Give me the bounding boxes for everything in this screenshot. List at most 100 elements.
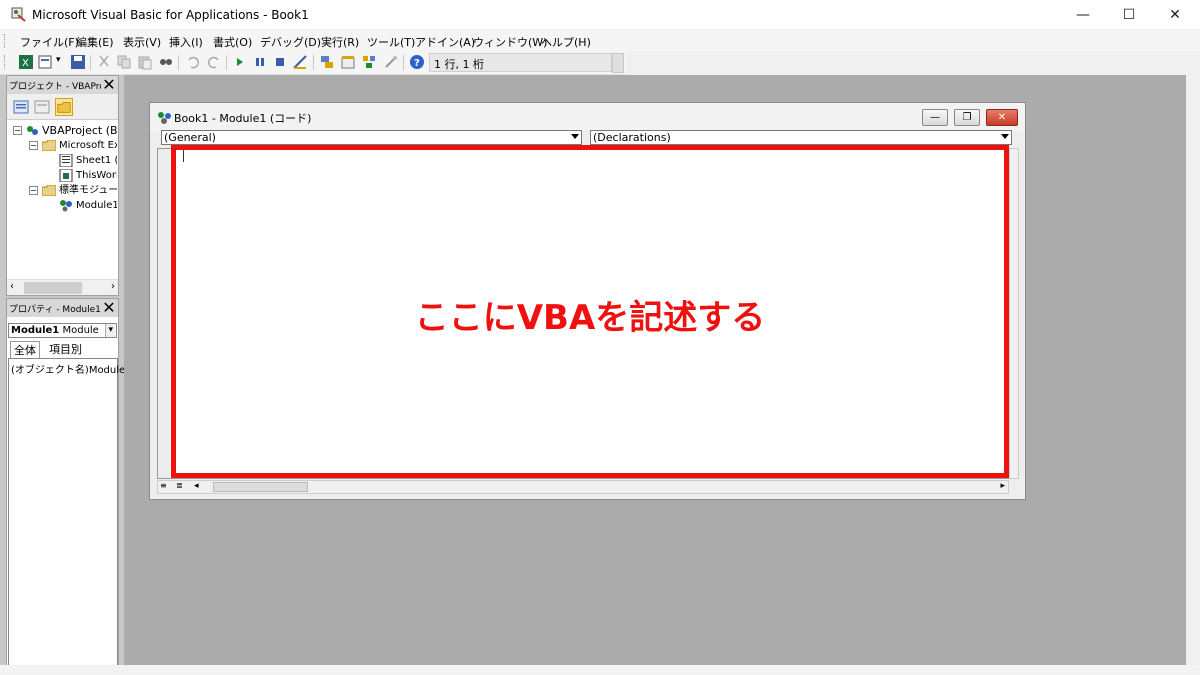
break-icon[interactable] (252, 54, 268, 70)
toolbar-options-button[interactable] (612, 53, 624, 73)
properties-icon[interactable] (340, 54, 356, 70)
menu-help[interactable]: ヘルプ(H) (541, 34, 591, 50)
scroll-thumb[interactable] (24, 282, 82, 294)
properties-pane: プロパティ - Module1 ✕ Module1 Module ▾ 全体 項目… (6, 298, 132, 668)
tree-collapse-icon[interactable]: − (29, 141, 38, 150)
scroll-right-icon[interactable]: › (111, 281, 115, 292)
tree-collapse-icon[interactable]: − (13, 126, 22, 135)
annotation-text: ここにVBAを記述する (414, 298, 766, 338)
tree-label: ThisWorkbook (76, 170, 117, 181)
code-window-titlebar: Book1 - Module1 (コード) — ❐ ✕ (150, 103, 1025, 131)
vba-app-icon (11, 7, 26, 22)
toolbar-separator (403, 55, 404, 70)
menu-run[interactable]: 実行(R) (321, 34, 359, 50)
toggle-folders-icon[interactable] (55, 98, 73, 116)
worksheet-icon (59, 154, 73, 167)
toolbox-icon[interactable] (383, 54, 399, 70)
code-restore-button[interactable]: ❐ (954, 109, 980, 126)
minimize-icon: — (1076, 7, 1090, 23)
minimize-button[interactable]: — (1060, 0, 1106, 30)
menu-debug[interactable]: デバッグ(D) (260, 34, 321, 50)
menu-addins[interactable]: アドイン(A) (415, 34, 475, 50)
tree-label: Sheet1 (Sheet1) (76, 155, 117, 166)
project-explorer-icon[interactable] (319, 54, 335, 70)
tab-categorized[interactable]: 項目別 (46, 341, 85, 357)
property-row[interactable]: (オブジェクト名)Module1 (11, 361, 132, 376)
maximize-button[interactable]: ☐ (1106, 0, 1152, 30)
code-hscroll[interactable]: ≡ ≣ ◂ ▸ (157, 480, 1009, 494)
find-icon[interactable] (158, 54, 174, 70)
annotation-box: ここにVBAを記述する (171, 145, 1009, 478)
tree-label: 標準モジュール (59, 185, 117, 196)
background-excel-strip (1186, 75, 1200, 665)
scroll-thumb[interactable] (213, 482, 308, 492)
project-pane-close-icon[interactable]: ✕ (101, 76, 117, 93)
procedure-combo-value: (Declarations) (593, 131, 671, 144)
tab-alphabetic[interactable]: 全体 (10, 341, 40, 358)
svg-text:X: X (22, 58, 29, 69)
code-window-title: Book1 - Module1 (コード) (174, 112, 312, 125)
code-margin[interactable] (158, 149, 170, 478)
object-combo[interactable]: (General) (161, 130, 582, 145)
menu-tools[interactable]: ツール(T) (367, 34, 415, 50)
chevron-down-icon[interactable]: ▾ (105, 324, 115, 337)
menu-grip[interactable] (4, 34, 7, 48)
scroll-left-icon[interactable]: ◂ (194, 481, 199, 491)
help-icon[interactable]: ? (409, 54, 425, 70)
excel-view-icon[interactable]: X (18, 54, 34, 70)
reset-icon[interactable] (272, 54, 288, 70)
tree-label: Module1 (76, 200, 117, 211)
folder-icon (42, 140, 56, 151)
tree-label: Microsoft Excel Objects (59, 140, 117, 151)
folder-icon (42, 185, 56, 196)
properties-pane-close-icon[interactable]: ✕ (101, 299, 117, 316)
object-selector[interactable]: Module1 Module ▾ (8, 323, 117, 338)
workbook-icon (59, 169, 73, 182)
title-bar: Microsoft Visual Basic for Applications … (0, 0, 1200, 30)
full-module-view-icon[interactable]: ≣ (176, 481, 183, 490)
maximize-icon: ☐ (1122, 7, 1136, 23)
redo-icon[interactable] (206, 54, 222, 70)
tree-collapse-icon[interactable]: − (29, 186, 38, 195)
insert-dropdown-icon[interactable]: ▾ (56, 55, 61, 65)
view-code-icon[interactable] (12, 98, 30, 116)
procedure-combo[interactable]: (Declarations) (590, 130, 1012, 145)
scroll-right-icon[interactable]: ▸ (1000, 481, 1005, 491)
insert-module-icon[interactable] (38, 54, 54, 70)
menu-insert[interactable]: 挿入(I) (169, 34, 203, 50)
menu-format[interactable]: 書式(O) (213, 34, 252, 50)
view-object-icon[interactable] (33, 98, 51, 116)
menu-edit[interactable]: 編集(E) (76, 34, 114, 50)
window-title: Microsoft Visual Basic for Applications … (32, 8, 309, 22)
properties-tabs: 全体 項目別 (8, 340, 117, 358)
code-close-button[interactable]: ✕ (986, 109, 1018, 126)
project-pane-hscroll[interactable]: ‹ › (7, 279, 118, 295)
copy-icon[interactable] (116, 54, 132, 70)
cursor-position: 1 行, 1 桁 (429, 53, 612, 72)
project-pane-toolbar (7, 94, 118, 120)
status-strip (0, 665, 1200, 675)
menu-window[interactable]: ウィンドウ(W) (473, 34, 547, 50)
scroll-left-icon[interactable]: ‹ (10, 281, 14, 292)
project-explorer-pane: プロジェクト - VBAProject ✕ − VBAProject (Book… (6, 75, 119, 296)
cut-icon[interactable] (96, 54, 112, 70)
toolbar-grip[interactable] (4, 55, 7, 69)
code-minimize-button[interactable]: — (922, 109, 948, 126)
menu-view[interactable]: 表示(V) (123, 34, 161, 50)
vbaproject-icon (27, 126, 38, 135)
chevron-down-icon[interactable] (1001, 134, 1009, 139)
close-button[interactable]: ✕ (1152, 0, 1198, 30)
menu-file[interactable]: ファイル(F) (20, 34, 79, 50)
undo-icon[interactable] (185, 54, 201, 70)
paste-icon[interactable] (137, 54, 153, 70)
svg-text:?: ? (414, 58, 420, 69)
object-browser-icon[interactable] (361, 54, 377, 70)
save-icon[interactable] (70, 54, 86, 70)
code-vscroll[interactable] (1009, 148, 1019, 479)
property-name: (オブジェクト名) (11, 365, 89, 376)
toolbar-separator (313, 55, 314, 70)
chevron-down-icon[interactable] (571, 134, 579, 139)
design-mode-icon[interactable] (292, 54, 308, 70)
run-icon[interactable] (232, 54, 248, 70)
procedure-view-icon[interactable]: ≡ (160, 481, 167, 490)
